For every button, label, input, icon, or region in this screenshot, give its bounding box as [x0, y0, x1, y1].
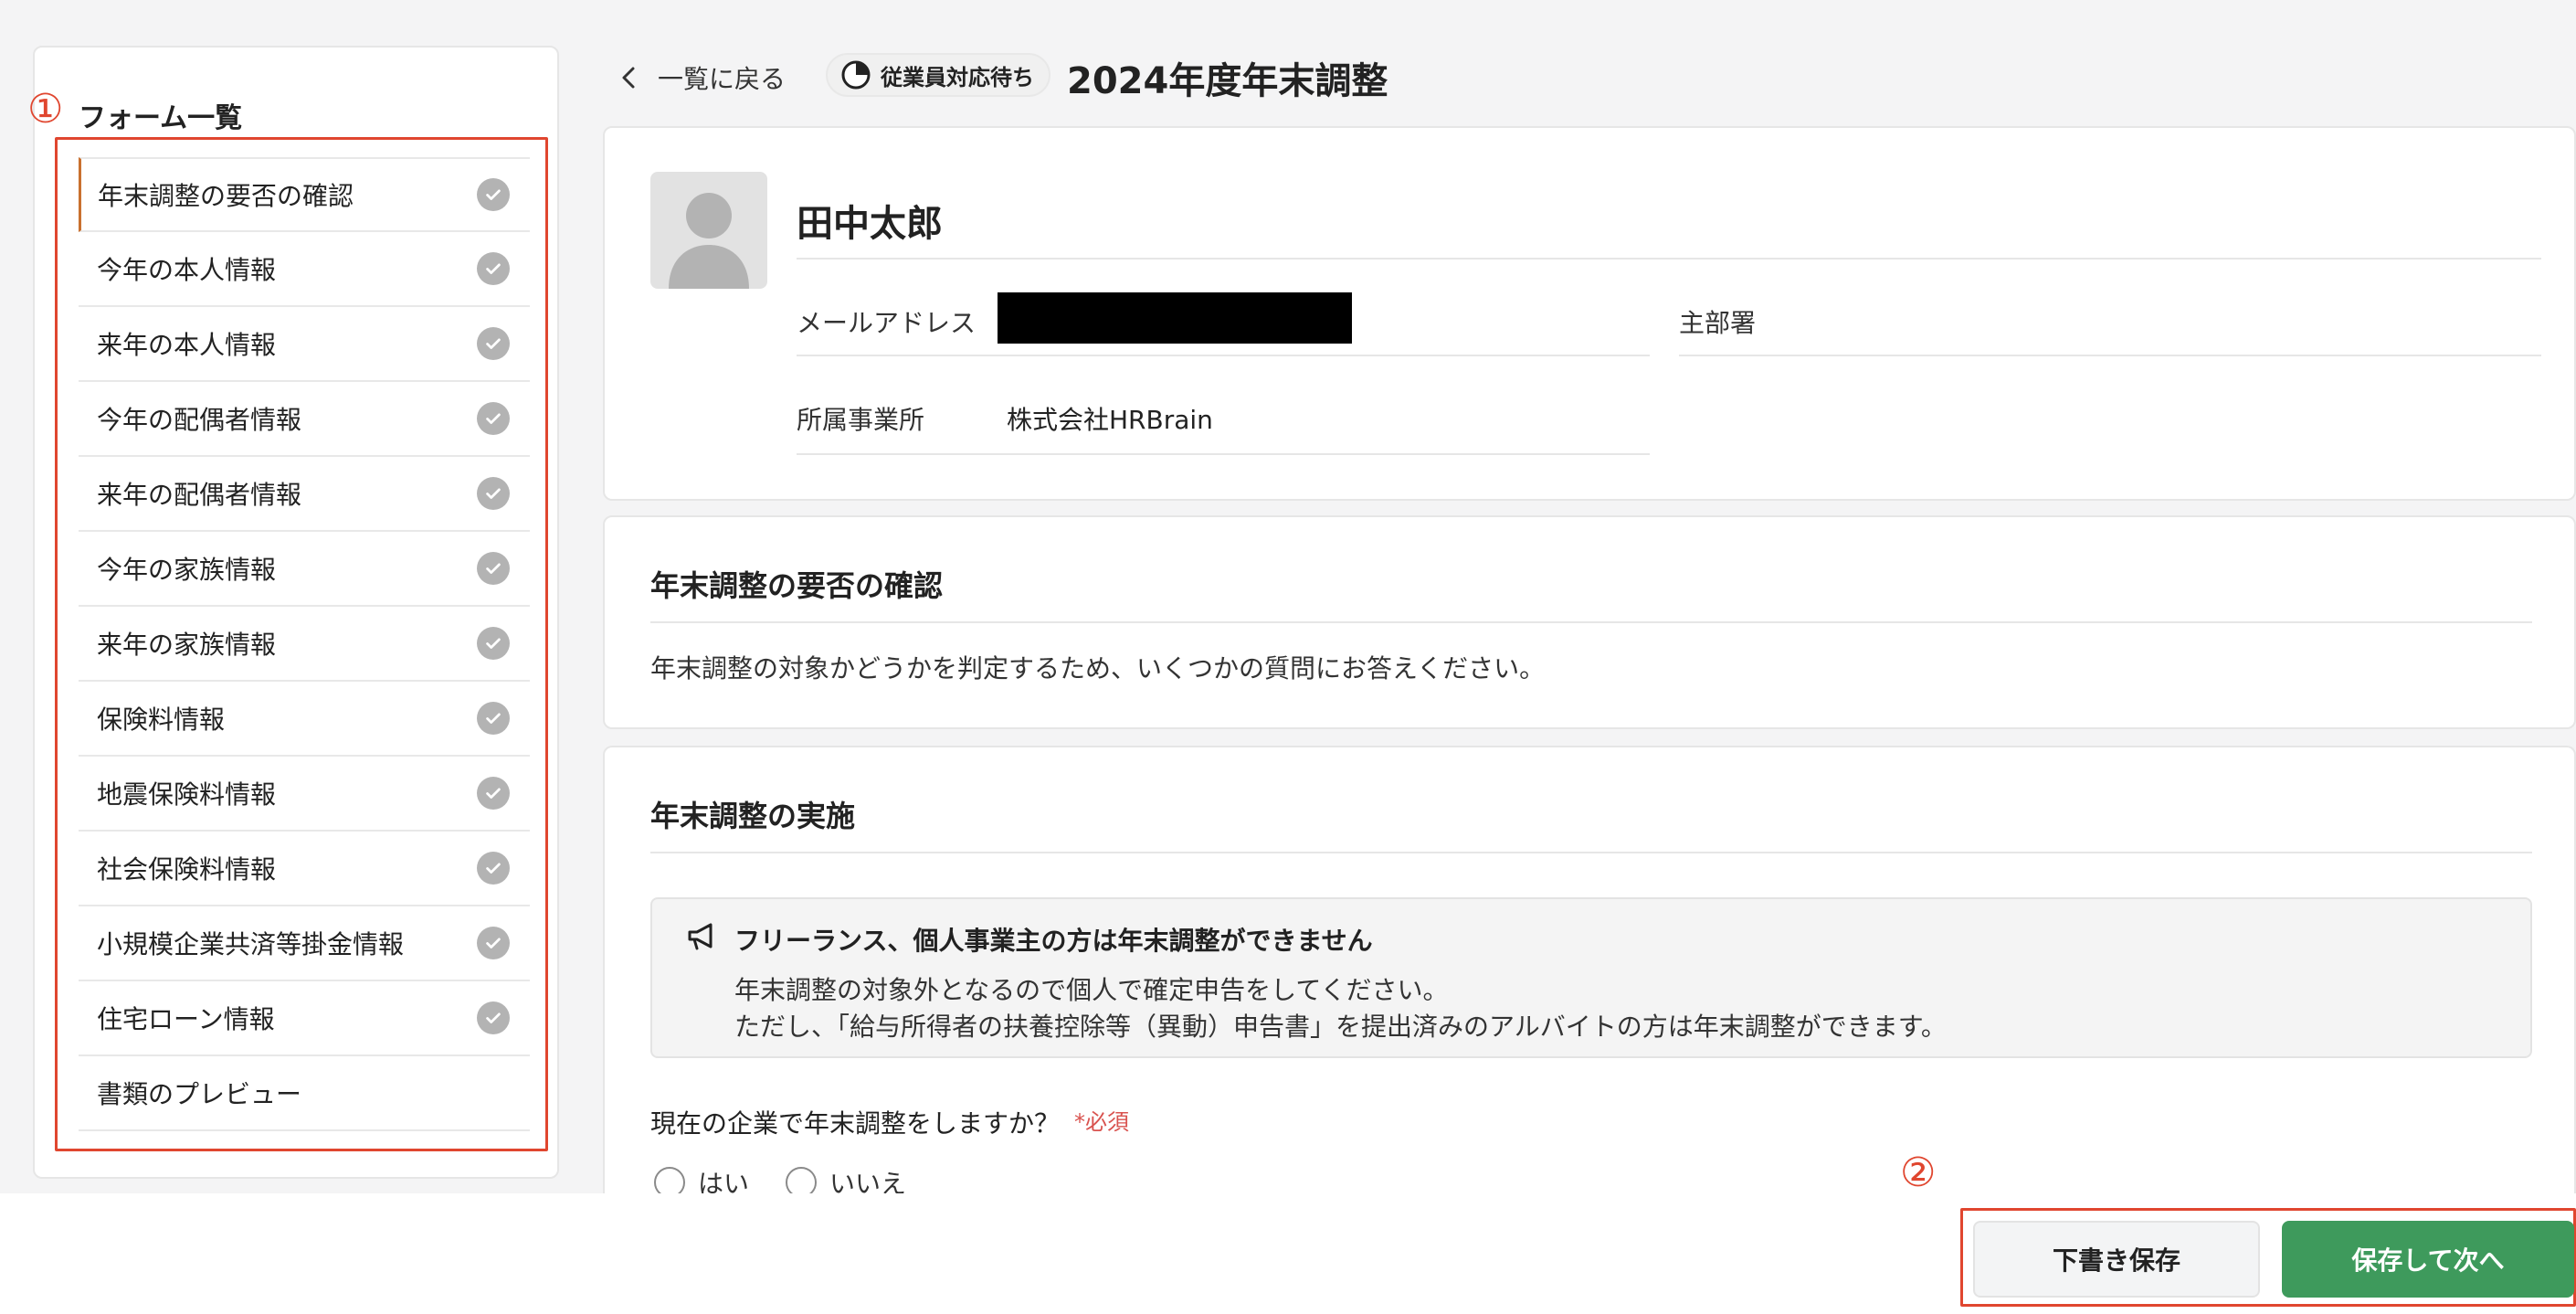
status-badge: 従業員対応待ち: [826, 53, 1050, 97]
annotation-marker-2: ②: [1900, 1150, 1937, 1196]
need-confirmation-card: 年末調整の要否の確認 年末調整の対象かどうかを判定するため、いくつかの質問にお答…: [603, 515, 2576, 729]
divider: [650, 621, 2532, 623]
user-silhouette-icon: [669, 193, 749, 289]
form-list-item-label: 地震保険料情報: [97, 779, 277, 810]
check-circle-icon: [477, 552, 510, 585]
check-circle-icon: [477, 1001, 510, 1034]
form-list-item-label: 住宅ローン情報: [97, 1004, 275, 1034]
form-list-item[interactable]: 小規模企業共済等掛金情報: [79, 906, 530, 981]
divider: [650, 852, 2532, 853]
form-list-item[interactable]: 書類のプレビュー: [79, 1056, 530, 1131]
back-to-list-link[interactable]: 一覧に戻る: [619, 57, 786, 99]
year-end-adjustment-card: 年末調整の実施 フリーランス、個人事業主の方は年末調整ができません 年末調整の対…: [603, 746, 2576, 1203]
form-list-item[interactable]: 社会保険料情報: [79, 832, 530, 906]
form-list-item-label: 書類のプレビュー: [97, 1079, 302, 1109]
sidebar-title: フォーム一覧: [79, 102, 243, 134]
email-value-redacted: [998, 292, 1352, 344]
divider: [1679, 355, 2541, 356]
save-draft-button[interactable]: 下書き保存: [1973, 1221, 2260, 1298]
check-circle-icon: [477, 178, 510, 211]
notice-title: フリーランス、個人事業主の方は年末調整ができません: [734, 926, 1373, 956]
form-list-item-label: 来年の配偶者情報: [97, 480, 302, 510]
form-list-item-label: 年末調整の要否の確認: [98, 181, 354, 211]
check-circle-icon: [477, 777, 510, 810]
form-list-item[interactable]: 年末調整の要否の確認: [79, 157, 530, 232]
form-list-item-label: 今年の本人情報: [97, 255, 277, 285]
check-circle-icon: [477, 477, 510, 510]
progress-pie-icon: [841, 60, 871, 90]
office-value: 株式会社HRBrain: [1007, 405, 1213, 435]
form-list-item[interactable]: 地震保険料情報: [79, 757, 530, 832]
form-list-item[interactable]: 来年の本人情報: [79, 307, 530, 382]
freelancer-notice: フリーランス、個人事業主の方は年末調整ができません 年末調整の対象外となるので個…: [650, 897, 2532, 1058]
form-list-item-label: 今年の配偶者情報: [97, 405, 302, 435]
divider: [797, 355, 1650, 356]
status-badge-label: 従業員対応待ち: [881, 64, 1034, 90]
employee-name: 田中太郎: [797, 203, 943, 245]
form-list-item-label: 社会保険料情報: [97, 854, 277, 885]
page-title: 2024年度年末調整: [1067, 60, 1388, 102]
divider: [797, 453, 1650, 455]
form-list-item[interactable]: 保険料情報: [79, 682, 530, 757]
form-list-item-label: 今年の家族情報: [97, 555, 277, 585]
employee-profile-card: 田中太郎 メールアドレス 主部署 所属事業所 株式会社HRBrain: [603, 126, 2576, 501]
check-circle-icon: [477, 402, 510, 435]
notice-text: 年末調整の対象外となるので個人で確定申告をしてください。: [734, 975, 1449, 1005]
form-list-item[interactable]: 今年の本人情報: [79, 232, 530, 307]
question-label: 現在の企業で年末調整をしますか？: [650, 1108, 1061, 1139]
divider: [797, 258, 2541, 260]
section-title: 年末調整の要否の確認: [650, 568, 944, 603]
megaphone-icon: [688, 923, 713, 950]
form-list-item[interactable]: 来年の家族情報: [79, 607, 530, 682]
check-circle-icon: [477, 252, 510, 285]
section-description: 年末調整の対象かどうかを判定するため、いくつかの質問にお答えください。: [650, 653, 1546, 683]
form-list-item-label: 小規模企業共済等掛金情報: [97, 929, 405, 959]
check-circle-icon: [477, 627, 510, 660]
form-list-item-label: 来年の家族情報: [97, 630, 277, 660]
avatar: [650, 172, 767, 289]
required-mark: *必須: [1074, 1109, 1129, 1135]
form-list-item[interactable]: 住宅ローン情報: [79, 981, 530, 1056]
department-label: 主部署: [1679, 308, 1757, 338]
check-circle-icon: [477, 702, 510, 735]
chevron-left-icon: [622, 67, 635, 89]
check-circle-icon: [477, 927, 510, 959]
check-circle-icon: [477, 327, 510, 360]
office-label: 所属事業所: [797, 405, 925, 435]
back-to-list-label: 一覧に戻る: [658, 64, 787, 94]
check-circle-icon: [477, 852, 510, 885]
form-list: 年末調整の要否の確認 今年の本人情報 来年の本人情報 今年の配偶者情報 来年の配…: [79, 157, 530, 1131]
form-list-item-label: 来年の本人情報: [97, 330, 277, 360]
form-list-item[interactable]: 来年の配偶者情報: [79, 457, 530, 532]
form-list-item-label: 保険料情報: [97, 705, 226, 735]
form-list-item[interactable]: 今年の家族情報: [79, 532, 530, 607]
save-and-next-button[interactable]: 保存して次へ: [2282, 1221, 2574, 1298]
form-list-item[interactable]: 今年の配偶者情報: [79, 382, 530, 457]
notice-text: ただし、「給与所得者の扶養控除等（異動）申告書」を提出済みのアルバイトの方は年末…: [734, 1012, 1947, 1042]
annotation-marker-1: ①: [27, 86, 64, 132]
email-label: メールアドレス: [797, 308, 977, 338]
section-title: 年末調整の実施: [650, 799, 856, 833]
